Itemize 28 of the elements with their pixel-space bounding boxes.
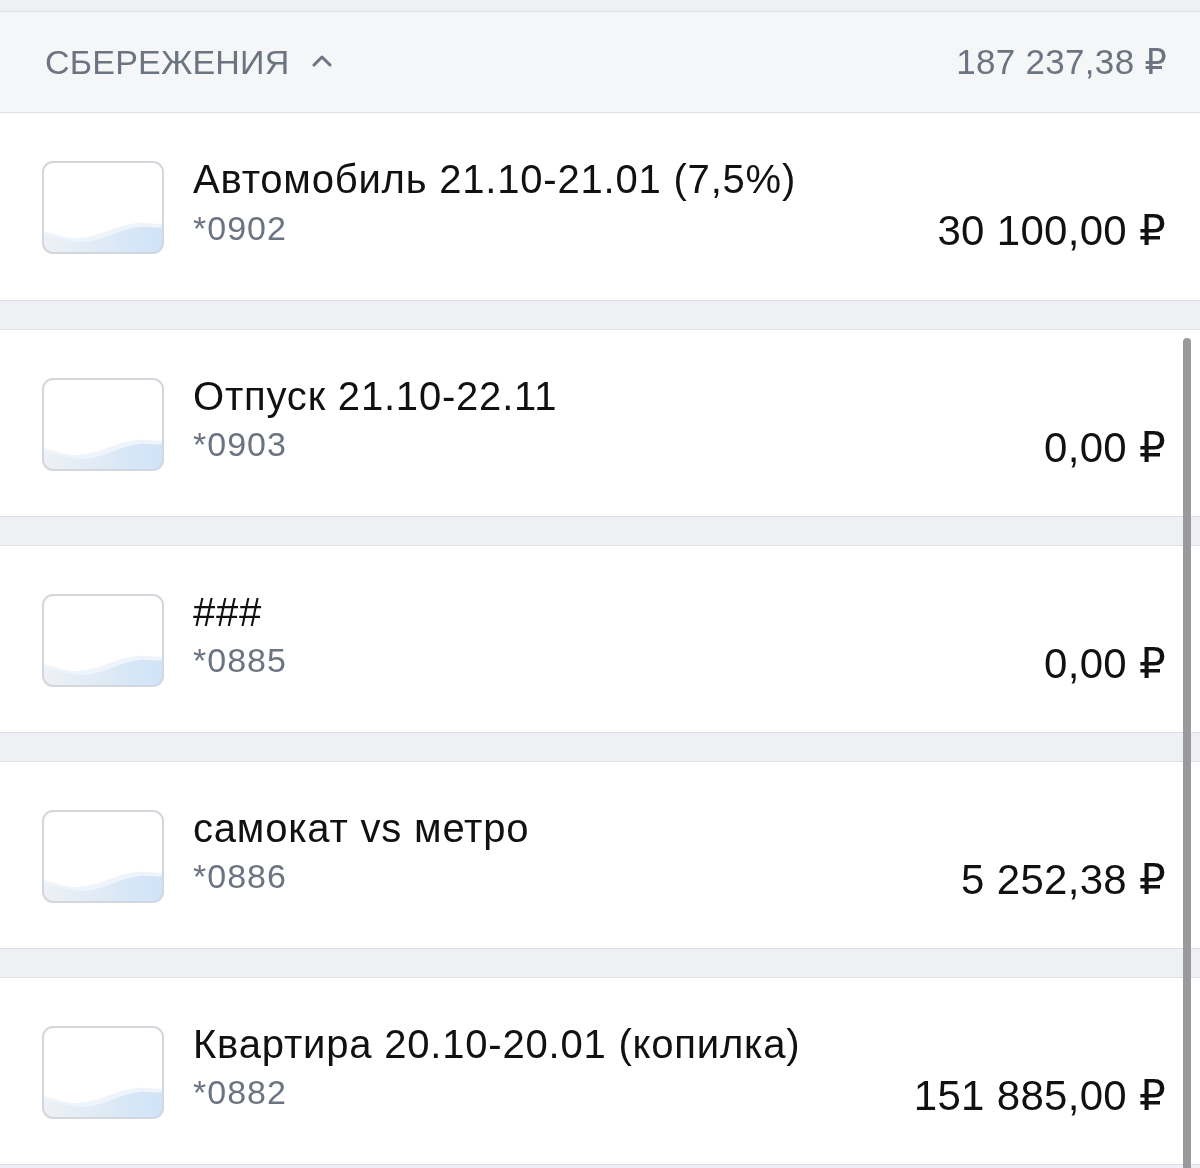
section-title: СБЕРЕЖЕНИЯ xyxy=(45,42,290,82)
card-icon xyxy=(42,1025,164,1119)
account-balance: 0,00 ₽ xyxy=(1044,424,1166,471)
account-name: самокат vs метро xyxy=(193,804,530,852)
section-header[interactable]: СБЕРЕЖЕНИЯ 187 237,38 ₽ xyxy=(0,11,1200,113)
account-card[interactable]: Отпуск 21.10-22.11 *0903 0,00 ₽ xyxy=(0,329,1200,517)
account-name: Квартира 20.10-20.01 (копилка) xyxy=(193,1020,801,1068)
account-number: *0903 xyxy=(193,424,287,465)
account-card[interactable]: Автомобиль 21.10-21.01 (7,5%) *0902 30 100,00 ₽ xyxy=(0,113,1200,301)
account-name: Автомобиль 21.10-21.01 (7,5%) xyxy=(193,156,797,203)
account-name: ### xyxy=(193,588,263,636)
account-card[interactable]: самокат vs метро *0886 5 252,38 ₽ xyxy=(0,761,1200,949)
account-number: *0886 xyxy=(193,856,287,897)
account-card[interactable]: Квартира 20.10-20.01 (копилка) *0882 151 885,00 ₽ xyxy=(0,977,1200,1165)
account-balance: 5 252,38 ₽ xyxy=(961,856,1166,903)
account-balance: 0,00 ₽ xyxy=(1044,640,1166,687)
card-icon xyxy=(42,161,164,254)
account-balance: 30 100,00 ₽ xyxy=(937,208,1166,254)
card-icon xyxy=(42,593,164,687)
account-name: Отпуск 21.10-22.11 xyxy=(193,372,558,420)
card-icon xyxy=(42,809,164,903)
account-balance: 151 885,00 ₽ xyxy=(913,1072,1166,1119)
account-number: *0885 xyxy=(193,640,287,681)
account-number: *0902 xyxy=(193,207,287,249)
section-total: 187 237,38 ₽ xyxy=(956,42,1167,82)
account-number: *0882 xyxy=(193,1072,287,1113)
account-card[interactable]: ### *0885 0,00 ₽ xyxy=(0,545,1200,733)
card-icon xyxy=(42,377,164,471)
